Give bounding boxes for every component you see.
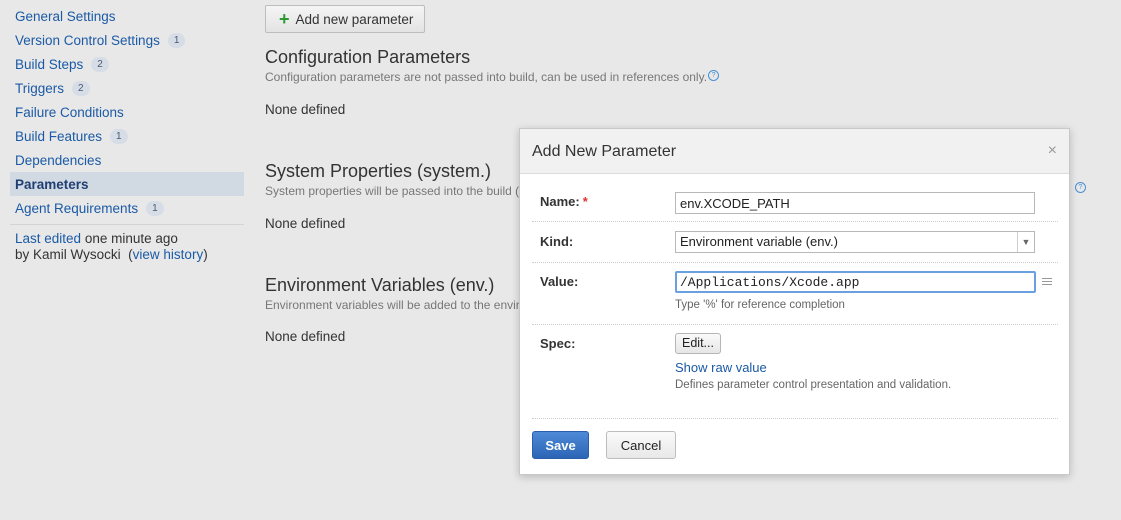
kind-select[interactable]: Environment variable (env.) ▼	[675, 231, 1035, 253]
section-desc-environment: Environment variables will be added to t…	[265, 298, 519, 312]
cancel-button[interactable]: Cancel	[606, 431, 676, 459]
sidebar: General Settings Version Control Setting…	[0, 4, 250, 263]
paren-close: )	[203, 247, 208, 262]
sidebar-item-build-features[interactable]: Build Features 1	[10, 124, 244, 148]
help-icon[interactable]: ?	[1075, 182, 1086, 193]
sidebar-item-label: Agent Requirements	[15, 200, 139, 216]
kind-label: Kind:	[540, 234, 574, 249]
last-edited-time: one minute ago	[84, 231, 178, 246]
kind-row: Kind: Environment variable (env.) ▼	[532, 221, 1058, 263]
count-badge: 1	[167, 32, 186, 48]
sidebar-item-label: General Settings	[15, 8, 116, 24]
edit-spec-button[interactable]: Edit...	[675, 333, 721, 354]
dialog-header: Add New Parameter ×	[520, 129, 1069, 174]
sidebar-item-label: Build Steps	[15, 56, 84, 72]
spec-hint: Defines parameter control presentation a…	[675, 379, 952, 391]
sidebar-divider	[10, 224, 244, 225]
plus-icon: +	[279, 9, 290, 29]
spec-label: Spec:	[540, 336, 576, 351]
sidebar-item-label: Triggers	[15, 80, 65, 96]
dialog-title: Add New Parameter	[532, 143, 677, 160]
section-desc-text: Configuration parameters are not passed …	[265, 70, 708, 84]
required-marker: *	[582, 194, 588, 209]
sidebar-item-failure-conditions[interactable]: Failure Conditions	[10, 100, 244, 124]
section-desc-system: System properties will be passed into th…	[265, 184, 519, 198]
section-title-system: System Properties (system.)	[265, 161, 492, 181]
count-badge: 2	[91, 56, 109, 72]
count-badge: 1	[110, 128, 128, 144]
sidebar-item-label: Build Features	[15, 128, 103, 144]
sidebar-item-agent-requirements[interactable]: Agent Requirements 1	[10, 196, 244, 220]
add-parameter-dialog: Add New Parameter × Name:* Kind: Environ…	[519, 128, 1070, 475]
none-defined-system: None defined	[265, 216, 346, 231]
expand-editor-icon[interactable]	[1042, 278, 1052, 287]
sidebar-item-triggers[interactable]: Triggers 2	[10, 76, 244, 100]
section-desc-configuration: Configuration parameters are not passed …	[265, 70, 720, 84]
view-history-link[interactable]: view history	[133, 247, 204, 262]
value-label: Value:	[540, 274, 579, 289]
sidebar-item-label: Failure Conditions	[15, 104, 124, 120]
name-label-text: Name:	[540, 194, 580, 209]
sidebar-item-build-steps[interactable]: Build Steps 2	[10, 52, 244, 76]
sidebar-item-label: Version Control Settings	[15, 32, 160, 48]
count-badge: 2	[72, 80, 90, 96]
sidebar-item-parameters[interactable]: Parameters	[10, 172, 244, 196]
value-row: Value: Type '%' for reference completion	[532, 262, 1058, 325]
kind-select-value: Environment variable (env.)	[680, 234, 838, 249]
save-button[interactable]: Save	[532, 431, 589, 459]
section-title-environment: Environment Variables (env.)	[265, 275, 495, 295]
last-edited-link[interactable]: Last edited	[15, 231, 81, 246]
chevron-down-icon: ▼	[1017, 232, 1034, 252]
name-input[interactable]	[675, 192, 1035, 214]
edited-by: by Kamil Wysocki	[15, 247, 121, 262]
none-defined-configuration: None defined	[265, 102, 346, 117]
help-icon[interactable]: ?	[708, 70, 720, 81]
close-icon[interactable]: ×	[1048, 142, 1057, 160]
sidebar-item-general-settings[interactable]: General Settings	[10, 4, 244, 28]
name-label: Name: *	[540, 194, 588, 209]
count-badge: 1	[146, 200, 164, 216]
sidebar-item-version-control-settings[interactable]: Version Control Settings 1	[10, 28, 244, 52]
name-row: Name: *	[532, 183, 1058, 222]
value-input[interactable]	[675, 271, 1036, 293]
add-new-parameter-label: Add new parameter	[295, 11, 414, 27]
none-defined-environment: None defined	[265, 329, 346, 344]
sidebar-item-label: Dependencies	[15, 152, 102, 168]
last-edited-info: Last edited one minute ago by Kamil Wyso…	[15, 231, 250, 263]
add-new-parameter-button[interactable]: + Add new parameter	[265, 5, 425, 33]
sidebar-item-label: Parameters	[15, 176, 89, 192]
show-raw-value-link[interactable]: Show raw value	[675, 360, 767, 375]
value-hint: Type '%' for reference completion	[675, 299, 845, 311]
section-title-configuration: Configuration Parameters	[265, 47, 471, 67]
sidebar-item-dependencies[interactable]: Dependencies	[10, 148, 244, 172]
spec-row: Spec: Edit... Show raw value Defines par…	[532, 324, 1058, 419]
